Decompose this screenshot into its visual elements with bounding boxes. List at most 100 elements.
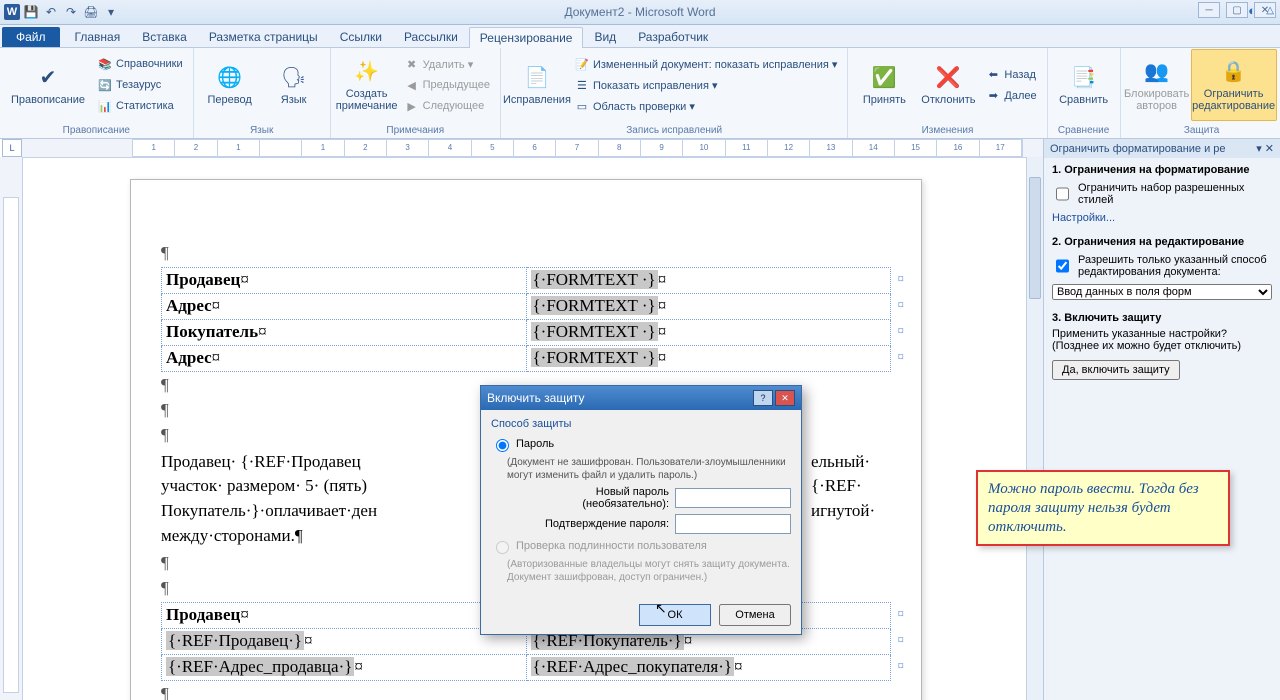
qat-save-icon[interactable]: 💾 bbox=[22, 3, 40, 21]
tab-insert[interactable]: Вставка bbox=[131, 26, 198, 47]
group-proofing: ✔ Правописание 📚Справочники 🔄Тезаурус 📊С… bbox=[0, 48, 194, 138]
compare-button[interactable]: 📑Сравнить bbox=[1054, 50, 1114, 120]
display-for-review-dropdown[interactable]: 📝 Измененный документ: показать исправлен… bbox=[571, 54, 841, 74]
qat-redo-icon[interactable]: ↷ bbox=[62, 3, 80, 21]
next-change-button[interactable]: ➡Далее bbox=[982, 86, 1040, 106]
delete-icon: ✖ bbox=[405, 57, 419, 71]
ribbon: ✔ Правописание 📚Справочники 🔄Тезаурус 📊С… bbox=[0, 48, 1280, 139]
tab-references[interactable]: Ссылки bbox=[329, 26, 393, 47]
dialog-titlebar[interactable]: Включить защиту ? ✕ bbox=[481, 386, 801, 410]
spellcheck-button[interactable]: ✔ Правописание bbox=[6, 50, 90, 120]
reject-button[interactable]: ❌Отклонить bbox=[918, 50, 978, 120]
book-icon: 📚 bbox=[98, 57, 112, 71]
delete-comment-button[interactable]: ✖Удалить ▾ bbox=[401, 54, 494, 74]
restrict-editing-button[interactable]: 🔒Ограничить редактирование bbox=[1191, 49, 1277, 121]
qat-undo-icon[interactable]: ↶ bbox=[42, 3, 60, 21]
pane-section-3: 3. Включить защиту bbox=[1052, 312, 1161, 324]
ribbon-collapse-icon[interactable]: △ bbox=[1266, 5, 1274, 16]
new-password-input[interactable] bbox=[675, 488, 791, 508]
enable-protection-button[interactable]: Да, включить защиту bbox=[1052, 360, 1180, 380]
dialog-close-icon[interactable]: ✕ bbox=[775, 390, 795, 406]
language-button[interactable]: 🗣Язык bbox=[264, 50, 324, 120]
references-button[interactable]: 📚Справочники bbox=[94, 54, 187, 74]
dialog-help-icon[interactable]: ? bbox=[753, 390, 773, 406]
qat-more-icon[interactable]: ▾ bbox=[102, 3, 120, 21]
pane-section-2: 2. Ограничения на редактирование bbox=[1052, 236, 1244, 248]
block-authors-label: Блокировать авторов bbox=[1124, 88, 1189, 112]
show-markup-dropdown[interactable]: ☰Показать исправления ▾ bbox=[571, 75, 841, 95]
block-authors-button[interactable]: 👥Блокировать авторов bbox=[1127, 50, 1187, 120]
compare-icon: 📑 bbox=[1070, 64, 1098, 92]
table2-header: Продавец bbox=[166, 605, 240, 624]
restrict-icon: 🔒 bbox=[1220, 58, 1248, 86]
vertical-ruler[interactable] bbox=[0, 157, 23, 700]
stats-icon: 📊 bbox=[98, 99, 112, 113]
wordcount-button[interactable]: 📊Статистика bbox=[94, 96, 187, 116]
prev-icon: ◀ bbox=[405, 78, 419, 92]
settings-link[interactable]: Настройки... bbox=[1052, 212, 1272, 224]
tab-selector[interactable]: L bbox=[2, 139, 22, 157]
confirm-password-input[interactable] bbox=[675, 514, 791, 534]
dialog-subtitle: Способ защиты bbox=[491, 418, 791, 430]
minimize-button[interactable]: ─ bbox=[1198, 2, 1220, 18]
group-changes-label: Изменения bbox=[854, 125, 1040, 138]
scroll-thumb[interactable] bbox=[1029, 177, 1041, 299]
password-radio[interactable] bbox=[496, 439, 509, 452]
accept-button[interactable]: ✅Принять bbox=[854, 50, 914, 120]
window-title: Документ2 - Microsoft Word bbox=[0, 5, 1280, 19]
accept-icon: ✅ bbox=[870, 64, 898, 92]
pane-title: Ограничить форматирование и ре bbox=[1050, 143, 1226, 155]
reviewing-pane-dropdown[interactable]: ▭ Область проверки ▾ bbox=[571, 96, 841, 116]
dialog-cancel-button[interactable]: Отмена bbox=[719, 604, 791, 626]
comment-icon: ✨ bbox=[353, 58, 381, 86]
reject-label: Отклонить bbox=[921, 94, 975, 106]
allow-only-checkbox[interactable] bbox=[1056, 257, 1069, 275]
block-icon: 👥 bbox=[1143, 58, 1171, 86]
qat-print-icon[interactable]: 🖨 bbox=[82, 3, 100, 21]
limit-formatting-checkbox[interactable] bbox=[1056, 185, 1069, 203]
forward-icon: ➡ bbox=[986, 89, 1000, 103]
enable-protection-dialog: Включить защиту ? ✕ Способ защиты Пароль… bbox=[480, 385, 802, 635]
doc-icon: 📝 bbox=[575, 57, 589, 71]
new-comment-button[interactable]: ✨Создать примечание bbox=[337, 50, 397, 120]
track-changes-button[interactable]: 📄Исправления bbox=[507, 50, 567, 120]
confirm-password-label: Подтверждение пароля: bbox=[507, 518, 669, 530]
ribbon-tabs: Файл Главная Вставка Разметка страницы С… bbox=[0, 25, 1280, 48]
horizontal-ruler[interactable]: 1211234567891011121314151617 bbox=[22, 139, 1043, 158]
tab-review[interactable]: Рецензирование bbox=[469, 27, 584, 48]
dialog-title: Включить защиту bbox=[487, 391, 585, 405]
user-auth-radio-label: Проверка подлинности пользователя bbox=[516, 540, 707, 552]
tab-layout[interactable]: Разметка страницы bbox=[198, 26, 329, 47]
prev-comment-button[interactable]: ◀Предыдущее bbox=[401, 75, 494, 95]
maximize-button[interactable]: ▢ bbox=[1226, 2, 1248, 18]
vertical-scrollbar[interactable] bbox=[1026, 157, 1043, 700]
password-radio-label: Пароль bbox=[516, 438, 554, 450]
help-icon[interactable]: ◐ bbox=[1248, 3, 1256, 18]
thesaurus-button[interactable]: 🔄Тезаурус bbox=[94, 75, 187, 95]
display-for-review-label: Измененный документ: показать исправлени… bbox=[593, 58, 837, 71]
new-password-label: Новый пароль (необязательно): bbox=[507, 486, 669, 510]
pane-close-icon[interactable]: ▾ ✕ bbox=[1256, 142, 1274, 155]
tab-home[interactable]: Главная bbox=[64, 26, 132, 47]
spellcheck-icon: ✔ bbox=[34, 64, 62, 92]
tab-mailings[interactable]: Рассылки bbox=[393, 26, 469, 47]
file-tab[interactable]: Файл bbox=[2, 27, 60, 47]
pane-section-3-text: Применить указанные настройки? (Позднее … bbox=[1052, 328, 1272, 352]
tab-view[interactable]: Вид bbox=[583, 26, 627, 47]
pane-icon: ▭ bbox=[575, 99, 589, 113]
group-tracking: 📄Исправления 📝 Измененный документ: показ… bbox=[501, 48, 848, 138]
new-comment-label: Создать примечание bbox=[336, 88, 398, 112]
editing-restriction-select[interactable]: Ввод данных в поля форм bbox=[1052, 284, 1272, 300]
translate-icon: 🌐 bbox=[216, 64, 244, 92]
thesaurus-icon: 🔄 bbox=[98, 78, 112, 92]
track-icon: 📄 bbox=[523, 64, 551, 92]
limit-formatting-label: Ограничить набор разрешенных стилей bbox=[1078, 182, 1272, 206]
group-protect-label: Защита bbox=[1127, 125, 1277, 138]
reviewing-pane-label: Область проверки ▾ bbox=[593, 100, 695, 113]
word-logo-icon[interactable]: W bbox=[4, 4, 20, 20]
previous-change-button[interactable]: ⬅Назад bbox=[982, 65, 1040, 85]
dialog-ok-button[interactable]: ОК bbox=[639, 604, 711, 626]
translate-button[interactable]: 🌐Перевод bbox=[200, 50, 260, 120]
tab-developer[interactable]: Разработчик bbox=[627, 26, 719, 47]
next-comment-button[interactable]: ▶Следующее bbox=[401, 96, 494, 116]
